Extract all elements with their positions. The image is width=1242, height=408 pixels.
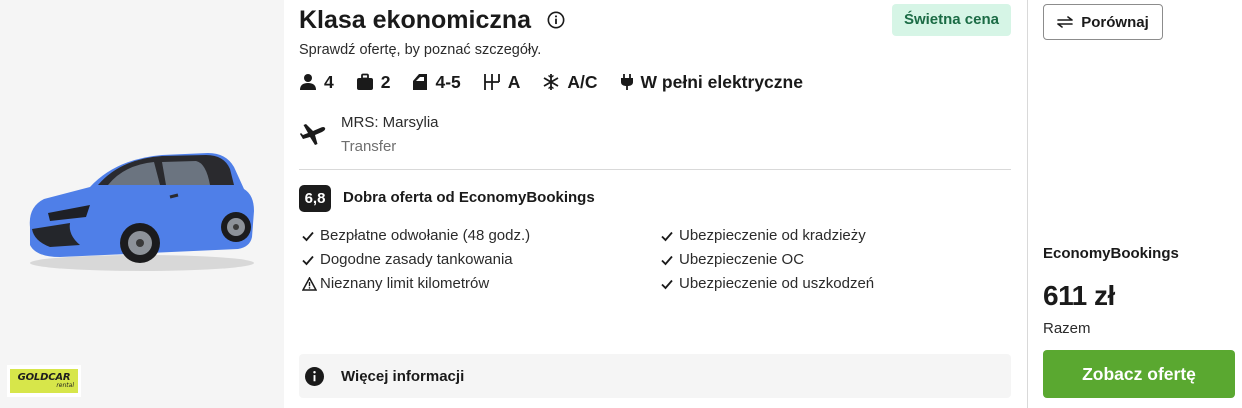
price-note: Razem	[1043, 320, 1091, 337]
plane-icon	[300, 124, 326, 145]
feature-ac-value: A/C	[567, 71, 598, 92]
swap-arrows-icon	[1057, 16, 1074, 28]
feature-transmission: A	[483, 71, 521, 93]
car-image	[29, 153, 255, 271]
suitcase-icon	[356, 73, 373, 90]
view-offer-button[interactable]: Zobacz ofertę	[1043, 350, 1235, 398]
rating-label: Dobra oferta od EconomyBookings	[343, 189, 595, 206]
rating-score: 6,8	[299, 185, 331, 212]
check-icon	[661, 255, 673, 266]
supplier-logo: GOLDCAR rental	[7, 365, 81, 397]
warning-icon	[302, 277, 317, 291]
check-icon	[661, 231, 673, 242]
gearshift-icon	[483, 74, 500, 90]
benefit-text: Nieznany limit kilometrów	[320, 275, 490, 292]
check-icon	[661, 279, 673, 290]
feature-transmission-value: A	[507, 71, 521, 92]
car-subtitle: Sprawdź ofertę, by poznać szczegóły.	[299, 42, 542, 58]
divider	[299, 169, 1011, 170]
benefit-text: Ubezpieczenie OC	[679, 251, 805, 268]
feature-ac: A/C	[542, 71, 598, 93]
more-info-label: Więcej informacji	[341, 368, 465, 385]
great-price-badge: Świetna cena	[891, 4, 1011, 36]
benefit-item: Dogodne zasady tankowania	[302, 248, 532, 272]
car-door-icon	[413, 74, 428, 90]
feature-fuel: W pełni elektryczne	[620, 72, 803, 93]
feature-doors-value: 4-5	[435, 71, 461, 92]
benefit-item: Bezpłatne odwołanie (48 godz.)	[302, 224, 532, 248]
more-info-toggle[interactable]: Więcej informacji	[299, 354, 1011, 398]
car-class-title: Klasa ekonomiczna	[299, 6, 532, 34]
benefit-text: Dogodne zasady tankowania	[320, 251, 513, 268]
benefit-item: Ubezpieczenie OC	[661, 248, 891, 272]
location-type: Transfer	[341, 138, 397, 155]
feature-bags: 2	[356, 71, 391, 93]
feature-seats-value: 4	[324, 71, 334, 92]
feature-seats: 4	[299, 72, 334, 93]
check-icon	[302, 255, 314, 266]
location-name: MRS: Marsylia	[341, 114, 439, 131]
total-price: 611 zł	[1043, 280, 1115, 311]
check-icon	[302, 231, 314, 242]
sidebar-divider	[1027, 0, 1028, 408]
benefits-list-right: Ubezpieczenie od kradzieży Ubezpieczenie…	[661, 224, 891, 296]
offer-details: Klasa ekonomiczna Świetna cena Sprawdź o…	[299, 0, 1011, 408]
pickup-location: MRS: Marsylia Transfer	[299, 112, 699, 158]
benefit-item: Ubezpieczenie od uszkodzeń	[661, 272, 891, 296]
provider-name: EconomyBookings	[1043, 245, 1179, 262]
snowflake-icon	[543, 74, 559, 90]
feature-fuel-value: W pełni elektryczne	[640, 71, 803, 92]
benefit-text: Ubezpieczenie od uszkodzeń	[679, 275, 875, 292]
supplier-logo-subtext: rental	[56, 382, 74, 389]
info-icon	[305, 367, 324, 386]
info-icon[interactable]	[547, 11, 565, 29]
person-icon	[300, 74, 316, 90]
car-image-panel: GOLDCAR rental	[0, 0, 284, 408]
benefit-item-warning: Nieznany limit kilometrów	[302, 272, 532, 296]
benefit-text: Bezpłatne odwołanie (48 godz.)	[320, 227, 531, 244]
plug-icon	[620, 74, 633, 90]
compare-button-label: Porównaj	[1081, 13, 1149, 31]
compare-button[interactable]: Porównaj	[1043, 4, 1163, 40]
feature-doors: 4-5	[412, 71, 461, 93]
benefit-text: Ubezpieczenie od kradzieży	[679, 227, 866, 244]
benefits-list-left: Bezpłatne odwołanie (48 godz.) Dogodne z…	[302, 224, 532, 296]
feature-bags-value: 2	[380, 71, 391, 92]
benefit-item: Ubezpieczenie od kradzieży	[661, 224, 891, 248]
car-features: 4 2 4-5 A A/C W pełni elektryczne	[299, 70, 825, 94]
